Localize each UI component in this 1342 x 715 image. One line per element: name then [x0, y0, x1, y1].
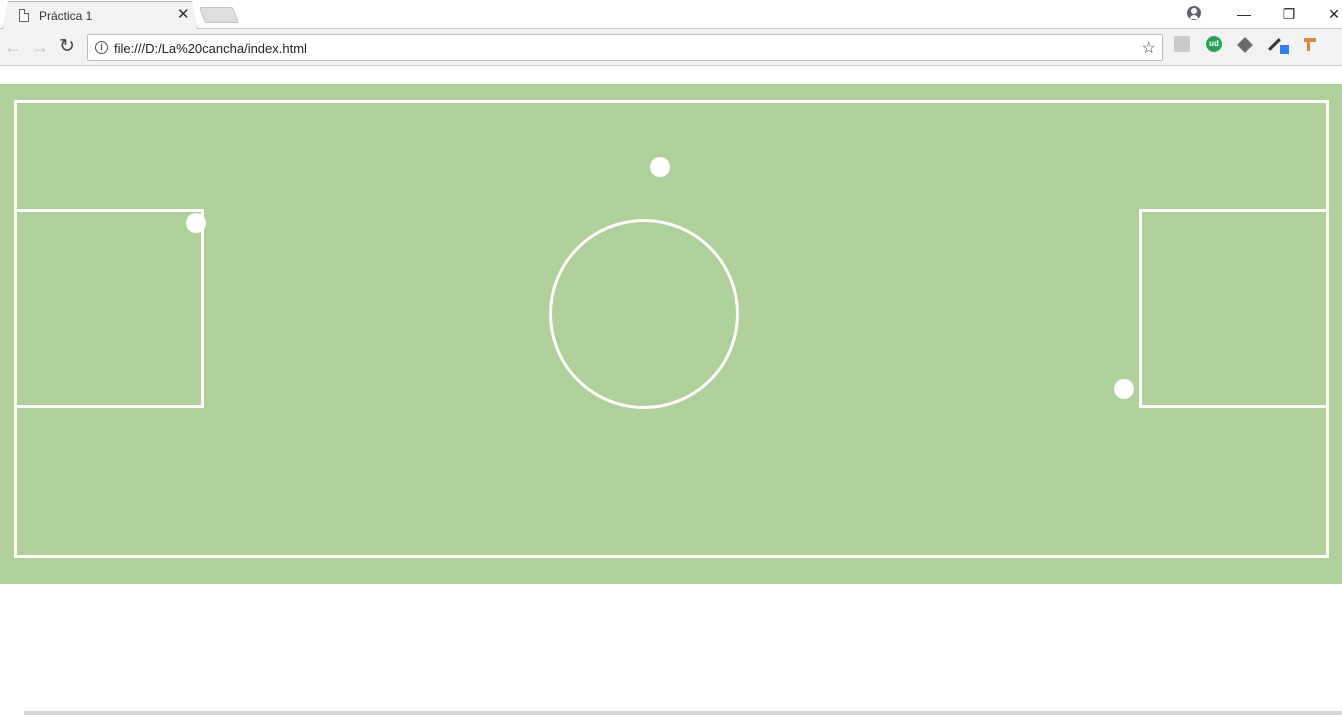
ud-extension-icon[interactable]: ud — [1206, 36, 1222, 52]
eyedropper-extension-icon[interactable] — [1268, 36, 1289, 54]
ball-top — [650, 157, 670, 177]
left-penalty-area — [14, 209, 204, 408]
minimize-icon[interactable]: — — [1229, 4, 1259, 24]
forward-icon[interactable]: → — [31, 38, 49, 56]
url-text[interactable]: file:///D:/La%20cancha/index.html — [114, 41, 307, 56]
close-icon[interactable]: ✕ — [177, 7, 190, 23]
reload-icon[interactable]: ↻ — [59, 37, 75, 56]
star-icon[interactable]: ☆ — [1142, 38, 1156, 58]
menu-icon[interactable]: ⋮ — [1336, 37, 1342, 57]
horizontal-scrollbar[interactable] — [24, 711, 1342, 715]
soccer-field — [0, 84, 1342, 584]
right-penalty-area — [1139, 209, 1329, 408]
center-circle — [549, 219, 739, 409]
browser-toolbar: ← → ↻ i file:///D:/La%20cancha/index.htm… — [0, 29, 1342, 66]
tab-active[interactable]: Práctica 1 ✕ — [2, 1, 198, 29]
ball-right — [1114, 379, 1134, 399]
hammer-extension-icon[interactable] — [1302, 36, 1318, 52]
pdf-extension-icon[interactable] — [1174, 36, 1190, 52]
address-bar[interactable]: i file:///D:/La%20cancha/index.html ☆ — [87, 34, 1163, 61]
layers-extension-icon[interactable] — [1237, 37, 1253, 53]
page-icon — [19, 9, 29, 22]
new-tab-button[interactable] — [199, 7, 239, 23]
restore-icon[interactable]: ❐ — [1274, 4, 1304, 24]
close-window-icon[interactable]: ✕ — [1319, 4, 1342, 24]
info-icon[interactable]: i — [95, 41, 108, 54]
tab-strip: Práctica 1 ✕ — ❐ ✕ — [0, 0, 1342, 29]
profile-icon[interactable] — [1187, 6, 1201, 20]
ball-left — [186, 213, 206, 233]
back-icon[interactable]: ← — [4, 38, 22, 56]
tab-title: Práctica 1 — [39, 9, 93, 23]
